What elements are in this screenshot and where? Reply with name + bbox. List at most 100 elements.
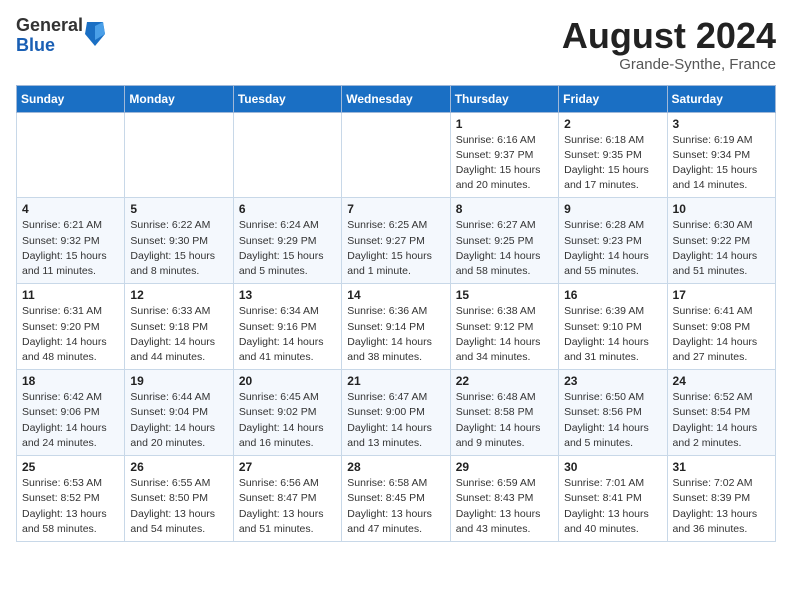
logo: General Blue [16, 16, 105, 56]
calendar-cell: 12 Sunrise: 6:33 AMSunset: 9:18 PMDayligh… [125, 284, 233, 370]
day-info: Sunrise: 6:19 AMSunset: 9:34 PMDaylight:… [673, 133, 770, 194]
day-number: 25 [22, 460, 119, 474]
day-number: 12 [130, 288, 227, 302]
day-info: Sunrise: 6:16 AMSunset: 9:37 PMDaylight:… [456, 133, 553, 194]
calendar-cell: 15Sunrise: 6:38 AMSunset: 9:12 PMDayligh… [450, 284, 558, 370]
day-info: Sunrise: 6:34 AMSunset: 9:16 PMDaylight:… [239, 304, 336, 365]
calendar-cell: 24 Sunrise: 6:52 AMSunset: 8:54 PMDayligh… [667, 370, 775, 456]
column-header-friday: Friday [559, 85, 667, 112]
day-info: Sunrise: 6:58 AMSunset: 8:45 PMDaylight:… [347, 476, 444, 537]
calendar-cell: 26 Sunrise: 6:55 AMSunset: 8:50 PMDayligh… [125, 456, 233, 542]
calendar-cell: 30 Sunrise: 7:01 AMSunset: 8:41 PMDayligh… [559, 456, 667, 542]
day-info: Sunrise: 6:59 AMSunset: 8:43 PMDaylight:… [456, 476, 553, 537]
day-number: 17 [673, 288, 770, 302]
day-number: 28 [347, 460, 444, 474]
day-number: 7 [347, 202, 444, 216]
calendar-cell: 17 Sunrise: 6:41 AMSunset: 9:08 PMDayligh… [667, 284, 775, 370]
day-number: 24 [673, 374, 770, 388]
calendar-cell [233, 112, 341, 198]
day-number: 27 [239, 460, 336, 474]
day-info: Sunrise: 6:53 AMSunset: 8:52 PMDaylight:… [22, 476, 119, 537]
calendar-cell: 2 Sunrise: 6:18 AMSunset: 9:35 PMDaylight… [559, 112, 667, 198]
calendar-cell: 19 Sunrise: 6:44 AMSunset: 9:04 PMDayligh… [125, 370, 233, 456]
day-number: 31 [673, 460, 770, 474]
column-header-wednesday: Wednesday [342, 85, 450, 112]
day-number: 6 [239, 202, 336, 216]
day-info: Sunrise: 6:56 AMSunset: 8:47 PMDaylight:… [239, 476, 336, 537]
day-info: Sunrise: 6:18 AMSunset: 9:35 PMDaylight:… [564, 133, 661, 194]
column-header-sunday: Sunday [17, 85, 125, 112]
column-header-monday: Monday [125, 85, 233, 112]
column-header-tuesday: Tuesday [233, 85, 341, 112]
day-info: Sunrise: 6:45 AMSunset: 9:02 PMDaylight:… [239, 390, 336, 451]
day-info: Sunrise: 6:36 AMSunset: 9:14 PMDaylight:… [347, 304, 444, 365]
day-number: 5 [130, 202, 227, 216]
calendar-cell: 16 Sunrise: 6:39 AMSunset: 9:10 PMDayligh… [559, 284, 667, 370]
day-info: Sunrise: 6:42 AMSunset: 9:06 PMDaylight:… [22, 390, 119, 451]
calendar-cell: 10Sunrise: 6:30 AMSunset: 9:22 PMDayligh… [667, 198, 775, 284]
day-number: 18 [22, 374, 119, 388]
day-number: 16 [564, 288, 661, 302]
day-info: Sunrise: 6:21 AMSunset: 9:32 PMDaylight:… [22, 218, 119, 279]
day-info: Sunrise: 7:02 AMSunset: 8:39 PMDaylight:… [673, 476, 770, 537]
calendar-cell: 11Sunrise: 6:31 AMSunset: 9:20 PMDayligh… [17, 284, 125, 370]
calendar-cell: 31 Sunrise: 7:02 AMSunset: 8:39 PMDayligh… [667, 456, 775, 542]
calendar-week-2: 4 Sunrise: 6:21 AMSunset: 9:32 PMDaylight… [17, 198, 776, 284]
calendar-week-3: 11Sunrise: 6:31 AMSunset: 9:20 PMDayligh… [17, 284, 776, 370]
logo-blue: Blue [16, 36, 83, 56]
day-number: 20 [239, 374, 336, 388]
day-info: Sunrise: 6:33 AMSunset: 9:18 PMDaylight:… [130, 304, 227, 365]
day-number: 8 [456, 202, 553, 216]
logo-general: General [16, 16, 83, 36]
calendar-cell: 3 Sunrise: 6:19 AMSunset: 9:34 PMDaylight… [667, 112, 775, 198]
day-info: Sunrise: 6:39 AMSunset: 9:10 PMDaylight:… [564, 304, 661, 365]
day-number: 3 [673, 117, 770, 131]
column-header-thursday: Thursday [450, 85, 558, 112]
day-info: Sunrise: 6:28 AMSunset: 9:23 PMDaylight:… [564, 218, 661, 279]
day-info: Sunrise: 6:44 AMSunset: 9:04 PMDaylight:… [130, 390, 227, 451]
column-header-saturday: Saturday [667, 85, 775, 112]
day-info: Sunrise: 7:01 AMSunset: 8:41 PMDaylight:… [564, 476, 661, 537]
calendar-cell: 27 Sunrise: 6:56 AMSunset: 8:47 PMDayligh… [233, 456, 341, 542]
day-number: 29 [456, 460, 553, 474]
day-number: 14 [347, 288, 444, 302]
day-number: 13 [239, 288, 336, 302]
day-number: 4 [22, 202, 119, 216]
day-info: Sunrise: 6:30 AMSunset: 9:22 PMDaylight:… [673, 218, 770, 279]
calendar-cell: 18 Sunrise: 6:42 AMSunset: 9:06 PMDayligh… [17, 370, 125, 456]
day-number: 19 [130, 374, 227, 388]
day-info: Sunrise: 6:22 AMSunset: 9:30 PMDaylight:… [130, 218, 227, 279]
page-header: General Blue August 2024 Grande-Synthe, … [16, 16, 776, 73]
day-number: 9 [564, 202, 661, 216]
day-info: Sunrise: 6:52 AMSunset: 8:54 PMDaylight:… [673, 390, 770, 451]
day-number: 26 [130, 460, 227, 474]
day-info: Sunrise: 6:38 AMSunset: 9:12 PMDaylight:… [456, 304, 553, 365]
day-info: Sunrise: 6:41 AMSunset: 9:08 PMDaylight:… [673, 304, 770, 365]
calendar-cell [17, 112, 125, 198]
calendar-cell: 28 Sunrise: 6:58 AMSunset: 8:45 PMDayligh… [342, 456, 450, 542]
calendar-week-5: 25 Sunrise: 6:53 AMSunset: 8:52 PMDayligh… [17, 456, 776, 542]
calendar-cell: 29 Sunrise: 6:59 AMSunset: 8:43 PMDayligh… [450, 456, 558, 542]
logo-icon [85, 22, 105, 46]
day-info: Sunrise: 6:24 AMSunset: 9:29 PMDaylight:… [239, 218, 336, 279]
day-number: 2 [564, 117, 661, 131]
day-number: 23 [564, 374, 661, 388]
calendar-cell [125, 112, 233, 198]
day-number: 21 [347, 374, 444, 388]
calendar-cell: 21Sunrise: 6:47 AMSunset: 9:00 PMDayligh… [342, 370, 450, 456]
logo-text: General Blue [16, 16, 83, 56]
calendar-table: SundayMondayTuesdayWednesdayThursdayFrid… [16, 85, 776, 542]
day-info: Sunrise: 6:50 AMSunset: 8:56 PMDaylight:… [564, 390, 661, 451]
calendar-cell [342, 112, 450, 198]
calendar-week-4: 18 Sunrise: 6:42 AMSunset: 9:06 PMDayligh… [17, 370, 776, 456]
day-number: 30 [564, 460, 661, 474]
day-number: 22 [456, 374, 553, 388]
day-info: Sunrise: 6:27 AMSunset: 9:25 PMDaylight:… [456, 218, 553, 279]
calendar-cell: 25 Sunrise: 6:53 AMSunset: 8:52 PMDayligh… [17, 456, 125, 542]
calendar-cell: 22Sunrise: 6:48 AMSunset: 8:58 PMDayligh… [450, 370, 558, 456]
day-number: 1 [456, 117, 553, 131]
day-info: Sunrise: 6:55 AMSunset: 8:50 PMDaylight:… [130, 476, 227, 537]
day-number: 11 [22, 288, 119, 302]
calendar-cell: 9 Sunrise: 6:28 AMSunset: 9:23 PMDaylight… [559, 198, 667, 284]
month-title: August 2024 [562, 16, 776, 56]
